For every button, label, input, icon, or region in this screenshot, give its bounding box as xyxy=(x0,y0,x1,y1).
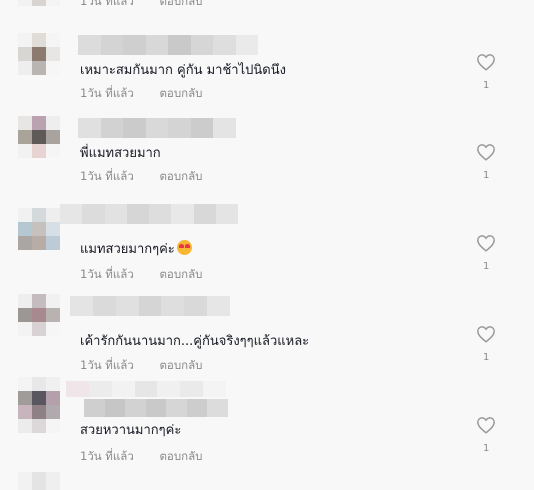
like-count: 1 xyxy=(483,80,490,91)
timestamp: 1วัน ที่แล้ว xyxy=(80,0,134,8)
comment-text: สวยหวานมากๆค่ะ xyxy=(80,423,182,438)
avatar[interactable] xyxy=(18,377,60,433)
comment-meta: 1วัน ที่แล้ว ตอบกลับ xyxy=(80,168,202,186)
comment-meta: 1วัน ที่แล้ว ตอบกลับ xyxy=(80,85,202,103)
heart-outline-icon xyxy=(477,54,495,71)
username-blurred-top xyxy=(66,381,227,397)
reply-button[interactable]: ตอบกลับ xyxy=(159,169,202,183)
timestamp: 1วัน ที่แล้ว xyxy=(80,449,134,463)
timestamp: 1วัน ที่แล้ว xyxy=(80,169,134,183)
username-blurred[interactable] xyxy=(60,204,238,224)
username-blurred[interactable] xyxy=(84,399,229,417)
reply-button[interactable]: ตอบกลับ xyxy=(159,449,202,463)
comment-text: เค้ารักกันนานมาก...คู่กันจริงๆๆแล้วแหละ xyxy=(80,334,310,349)
smiling-face-with-hearts-icon xyxy=(176,240,192,255)
heart-outline-icon xyxy=(477,326,495,343)
comment-text: พี่แมทสวยมาก xyxy=(80,146,161,161)
comment-item: เค้ารักกันนานมาก...คู่กันจริงๆๆแล้วแหละ … xyxy=(0,294,534,384)
comment-text: เหมาะสมกันมาก คู่กัน มาช้าไปนิดนึง xyxy=(80,63,286,78)
like-count: 1 xyxy=(483,443,490,454)
comment-item: พี่แมทสวยมาก 1วัน ที่แล้ว ตอบกลับ 1 xyxy=(0,116,534,206)
avatar[interactable] xyxy=(18,0,60,6)
reply-button[interactable]: ตอบกลับ xyxy=(159,358,202,372)
avatar[interactable] xyxy=(18,294,60,336)
timestamp: 1วัน ที่แล้ว xyxy=(80,358,134,372)
reply-button[interactable]: ตอบกลับ xyxy=(159,267,202,281)
comment-feed: 1วัน ที่แล้ว ตอบกลับ เหมาะสมกันมาก คู่กั… xyxy=(0,0,534,490)
reply-button[interactable]: ตอบกลับ xyxy=(159,86,202,100)
like-button[interactable] xyxy=(476,416,498,436)
avatar[interactable] xyxy=(18,472,60,490)
timestamp: 1วัน ที่แล้ว xyxy=(80,267,134,281)
heart-outline-icon xyxy=(477,235,495,252)
username-blurred[interactable] xyxy=(78,35,258,55)
reply-button[interactable]: ตอบกลับ xyxy=(159,0,202,8)
comment-meta: 1วัน ที่แล้ว ตอบกลับ xyxy=(80,357,202,375)
timestamp: 1วัน ที่แล้ว xyxy=(80,86,134,100)
comment-meta: 1วัน ที่แล้ว ตอบกลับ xyxy=(80,266,202,284)
like-count: 1 xyxy=(483,170,490,181)
avatar[interactable] xyxy=(18,208,60,250)
comment-text: แมทสวยมากๆค่ะ xyxy=(80,238,192,259)
comment-meta: 1วัน ที่แล้ว ตอบกลับ xyxy=(80,448,202,466)
comment-item: สวยหวานมากๆค่ะ 1วัน ที่แล้ว ตอบกลับ 1 xyxy=(0,377,534,481)
avatar[interactable] xyxy=(18,116,60,158)
username-blurred[interactable] xyxy=(70,296,231,316)
comment-meta: 1วัน ที่แล้ว ตอบกลับ xyxy=(80,0,202,11)
username-blurred[interactable] xyxy=(78,118,237,138)
like-count: 1 xyxy=(483,352,490,363)
avatar[interactable] xyxy=(18,33,60,75)
like-button[interactable] xyxy=(476,53,498,73)
heart-outline-icon xyxy=(477,417,495,434)
comment-item: เหมาะสมกันมาก คู่กัน มาช้าไปนิดนึง 1วัน … xyxy=(0,33,534,123)
comment-item: แมทสวยมากๆค่ะ 1วัน ที่แล้ว ตอบกลับ 1 xyxy=(0,204,534,298)
like-button[interactable] xyxy=(476,234,498,254)
comment-text-body: แมทสวยมากๆค่ะ xyxy=(80,242,175,257)
like-count: 1 xyxy=(483,261,490,272)
like-button[interactable] xyxy=(476,325,498,345)
like-button[interactable] xyxy=(476,143,498,163)
heart-outline-icon xyxy=(477,144,495,161)
